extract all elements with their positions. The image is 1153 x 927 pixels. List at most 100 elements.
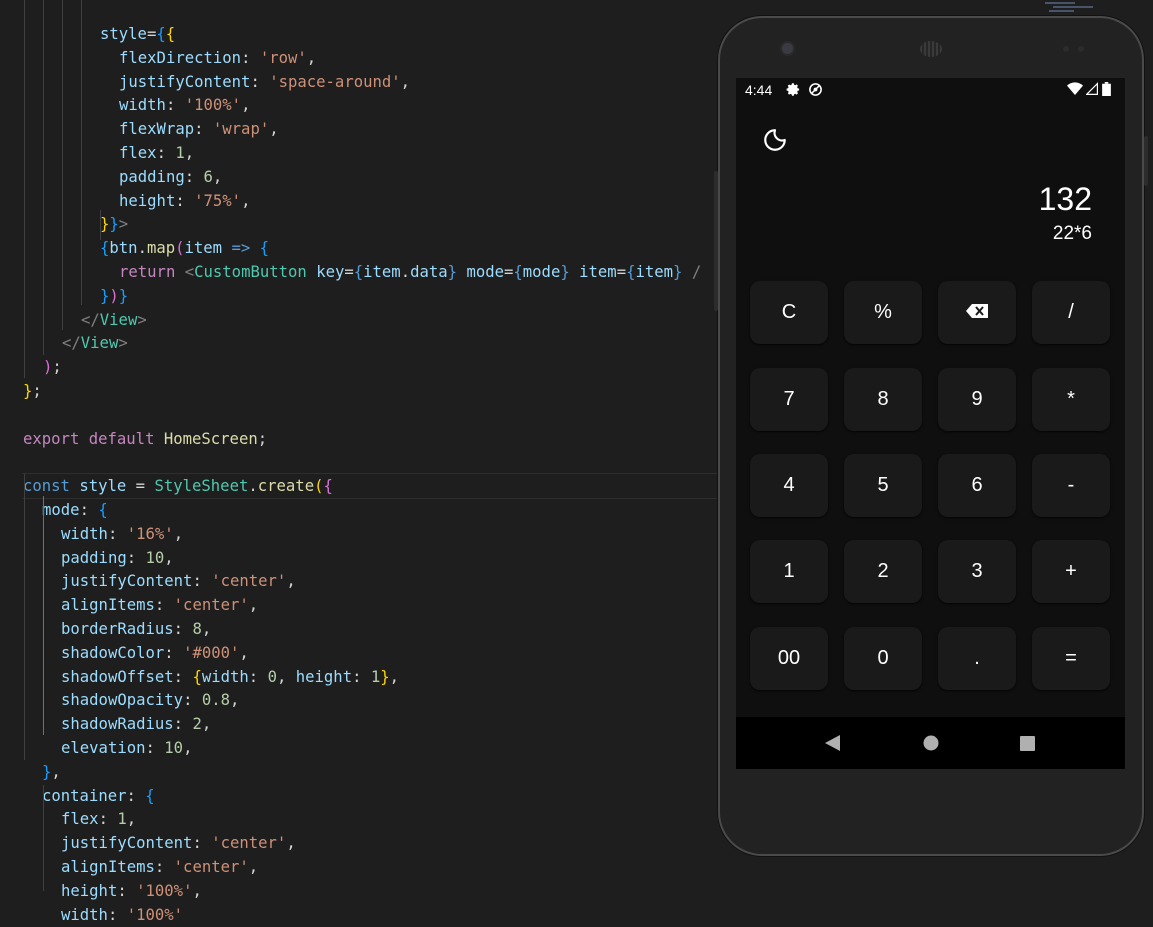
code-token: justifyContent — [61, 572, 193, 591]
code-line: {btn.map(item => { — [100, 236, 269, 260]
key-label: 5 — [877, 474, 889, 496]
code-token: shadowOffset — [61, 667, 174, 686]
code-token: 10 — [164, 739, 184, 757]
code-token: > — [118, 215, 129, 234]
code-token: / — [691, 263, 702, 281]
indent-guide — [43, 785, 44, 891]
code-token: 1 — [370, 667, 381, 686]
code-token: : — [79, 501, 99, 519]
digit-7-button[interactable]: 7 — [750, 368, 828, 431]
code-token: , — [389, 667, 400, 686]
code-line: }}> — [100, 212, 128, 236]
code-line: width: '100%', — [119, 93, 250, 117]
code-token: } — [118, 286, 129, 305]
minimap[interactable] — [1045, 0, 1120, 14]
code-token: const — [23, 477, 70, 496]
backspace-icon — [966, 301, 988, 324]
multiply-button[interactable]: * — [1032, 368, 1110, 431]
code-token: 'space-around' — [269, 72, 401, 91]
digit-3-button[interactable]: 3 — [938, 540, 1016, 603]
code-token: style — [100, 25, 147, 43]
code-token: = — [344, 263, 354, 281]
digit-2-button[interactable]: 2 — [844, 540, 922, 603]
key-label: % — [874, 301, 892, 323]
code-line: style={{ — [100, 22, 175, 46]
code-line: flexDirection: 'row', — [119, 46, 316, 70]
code-token: : — [352, 667, 371, 686]
code-token: , — [230, 691, 240, 710]
code-token: height — [295, 667, 353, 686]
code-token: alignItems — [61, 596, 155, 615]
key-label: 1 — [783, 560, 795, 582]
digit-4-button[interactable]: 4 — [750, 454, 828, 517]
code-token: HomeScreen — [163, 429, 258, 448]
code-token: default — [88, 429, 155, 448]
digit-1-button[interactable]: 1 — [750, 540, 828, 603]
code-token: , — [286, 572, 296, 591]
code-token: alignItems — [61, 858, 155, 876]
indent-guide — [43, 0, 44, 355]
digit-5-button[interactable]: 5 — [844, 454, 922, 517]
digit-0-button[interactable]: 0 — [844, 627, 922, 690]
add-button[interactable]: + — [1032, 540, 1110, 603]
code-token: > — [137, 310, 147, 329]
indent-guide — [43, 496, 44, 735]
code-line: alignItems: 'center', — [61, 593, 258, 617]
moon-icon[interactable] — [762, 127, 788, 153]
code-token: { — [165, 25, 176, 43]
code-token: , — [201, 620, 212, 638]
home-icon[interactable] — [923, 735, 939, 756]
code-token: flexWrap — [119, 120, 195, 139]
code-token: , — [212, 167, 223, 186]
key-label: 4 — [783, 474, 795, 496]
digit-6-button[interactable]: 6 — [938, 454, 1016, 517]
code-token: , — [126, 810, 137, 829]
key-label: C — [781, 301, 797, 323]
subtract-button[interactable]: - — [1032, 454, 1110, 517]
code-token: , — [276, 667, 296, 686]
code-line: const style = StyleSheet.create({ — [23, 474, 333, 498]
equals-button[interactable]: = — [1032, 627, 1110, 690]
code-token: style — [79, 477, 127, 496]
code-token: flexDirection — [119, 48, 242, 67]
code-token: ; — [32, 382, 42, 400]
sensor — [1078, 46, 1084, 52]
digit-00-button[interactable]: 00 — [750, 627, 828, 690]
code-token: , — [201, 715, 212, 734]
back-icon[interactable] — [824, 735, 840, 756]
gear-icon — [786, 82, 801, 100]
key-label: 3 — [971, 560, 983, 582]
code-token: { — [192, 667, 202, 686]
clear-button[interactable]: C — [750, 281, 828, 344]
code-token: , — [183, 739, 193, 757]
code-token: View — [80, 334, 119, 353]
code-token: '100%' — [184, 96, 242, 115]
code-token: : — [154, 858, 174, 876]
code-token: : — [145, 739, 165, 757]
code-line: shadowColor: '#000', — [61, 641, 249, 665]
code-token: = — [616, 263, 627, 281]
key-label: 6 — [971, 474, 983, 496]
divide-button[interactable]: / — [1032, 281, 1110, 344]
code-token: </ — [62, 334, 81, 353]
code-token: , — [269, 120, 279, 139]
code-token: . — [137, 239, 147, 258]
key-label: 7 — [783, 388, 795, 410]
decimal-button[interactable]: . — [938, 627, 1016, 690]
digit-9-button[interactable]: 9 — [938, 368, 1016, 431]
code-token: 0 — [267, 667, 277, 686]
code-token: 1 — [175, 144, 185, 162]
percent-button[interactable]: % — [844, 281, 922, 344]
code-token: , — [248, 858, 259, 876]
backspace-button[interactable] — [938, 281, 1016, 344]
code-line: width: '16%', — [61, 522, 183, 546]
phone-screen: 4:44 132 22*6 C%/7 8 9 * 4 5 6-1 2 3 +00 0. = — [736, 78, 1125, 769]
recents-icon[interactable] — [1020, 736, 1035, 756]
digit-8-button[interactable]: 8 — [844, 368, 922, 431]
code-token: mode — [42, 501, 80, 519]
